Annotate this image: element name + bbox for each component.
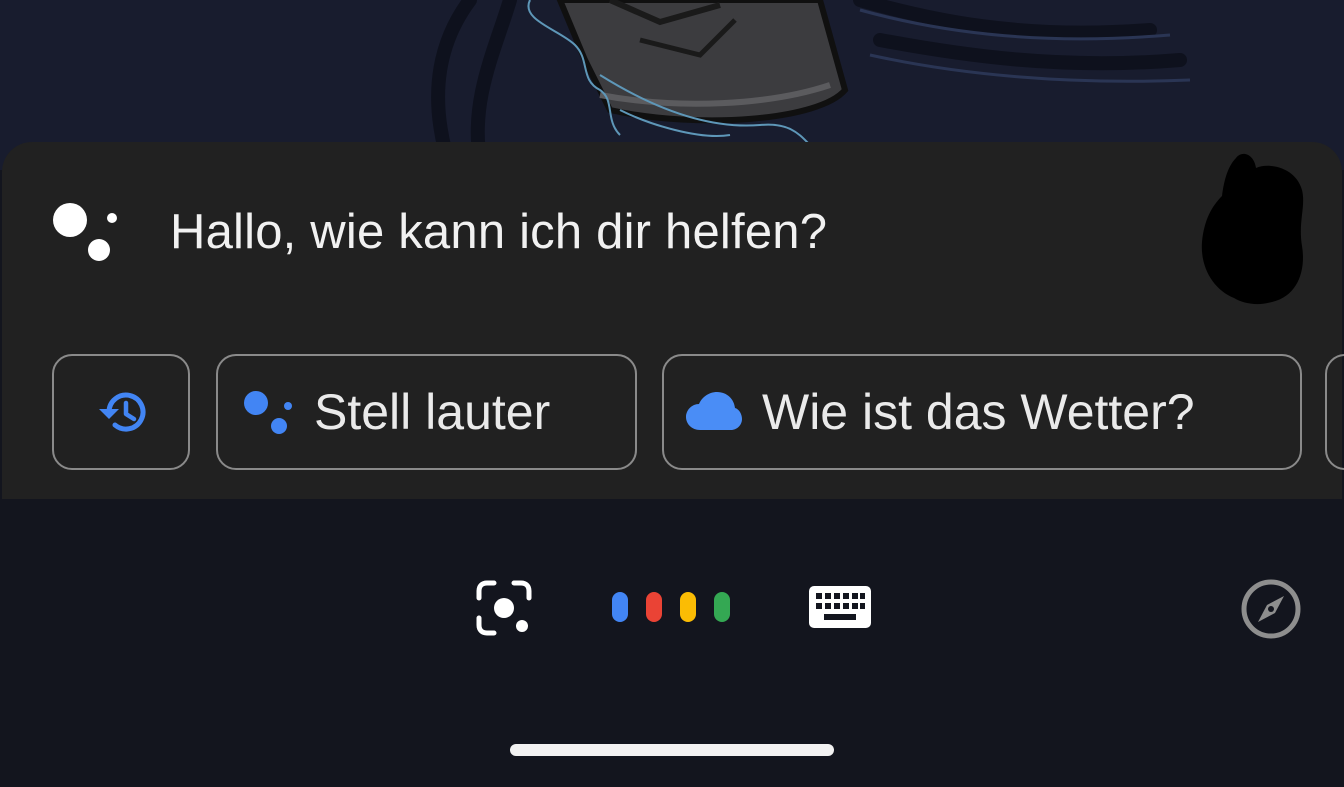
assistant-greeting: Hallo, wie kann ich dir helfen? xyxy=(170,205,828,259)
home-indicator[interactable] xyxy=(510,744,834,756)
voice-dots-icon[interactable] xyxy=(610,590,734,624)
assistant-sheet: Hallo, wie kann ich dir helfen? Stell la… xyxy=(2,142,1344,499)
assistant-icon xyxy=(244,391,292,434)
input-bar xyxy=(0,570,1344,650)
keyboard-icon[interactable] xyxy=(808,585,872,629)
history-icon xyxy=(99,392,146,432)
suggestion-chip-label: Stell lauter xyxy=(314,384,551,440)
assistant-screen: Hallo, wie kann ich dir helfen? Stell la… xyxy=(0,0,1344,787)
suggestion-chip-label: Wie ist das Wetter? xyxy=(762,384,1195,440)
account-avatar[interactable] xyxy=(1198,150,1308,306)
history-chip[interactable] xyxy=(52,354,190,470)
assistant-logo-icon xyxy=(53,203,117,261)
lens-icon[interactable] xyxy=(474,578,534,638)
compass-icon[interactable] xyxy=(1240,578,1302,640)
cloud-icon xyxy=(686,392,742,430)
suggestion-chip-weather[interactable]: Wie ist das Wetter? xyxy=(662,354,1302,470)
suggestion-chips: Stell lauter Wie ist das Wetter? xyxy=(2,354,1344,476)
suggestion-chip-louder[interactable]: Stell lauter xyxy=(216,354,637,470)
suggestion-chip-partial[interactable] xyxy=(1325,354,1344,470)
